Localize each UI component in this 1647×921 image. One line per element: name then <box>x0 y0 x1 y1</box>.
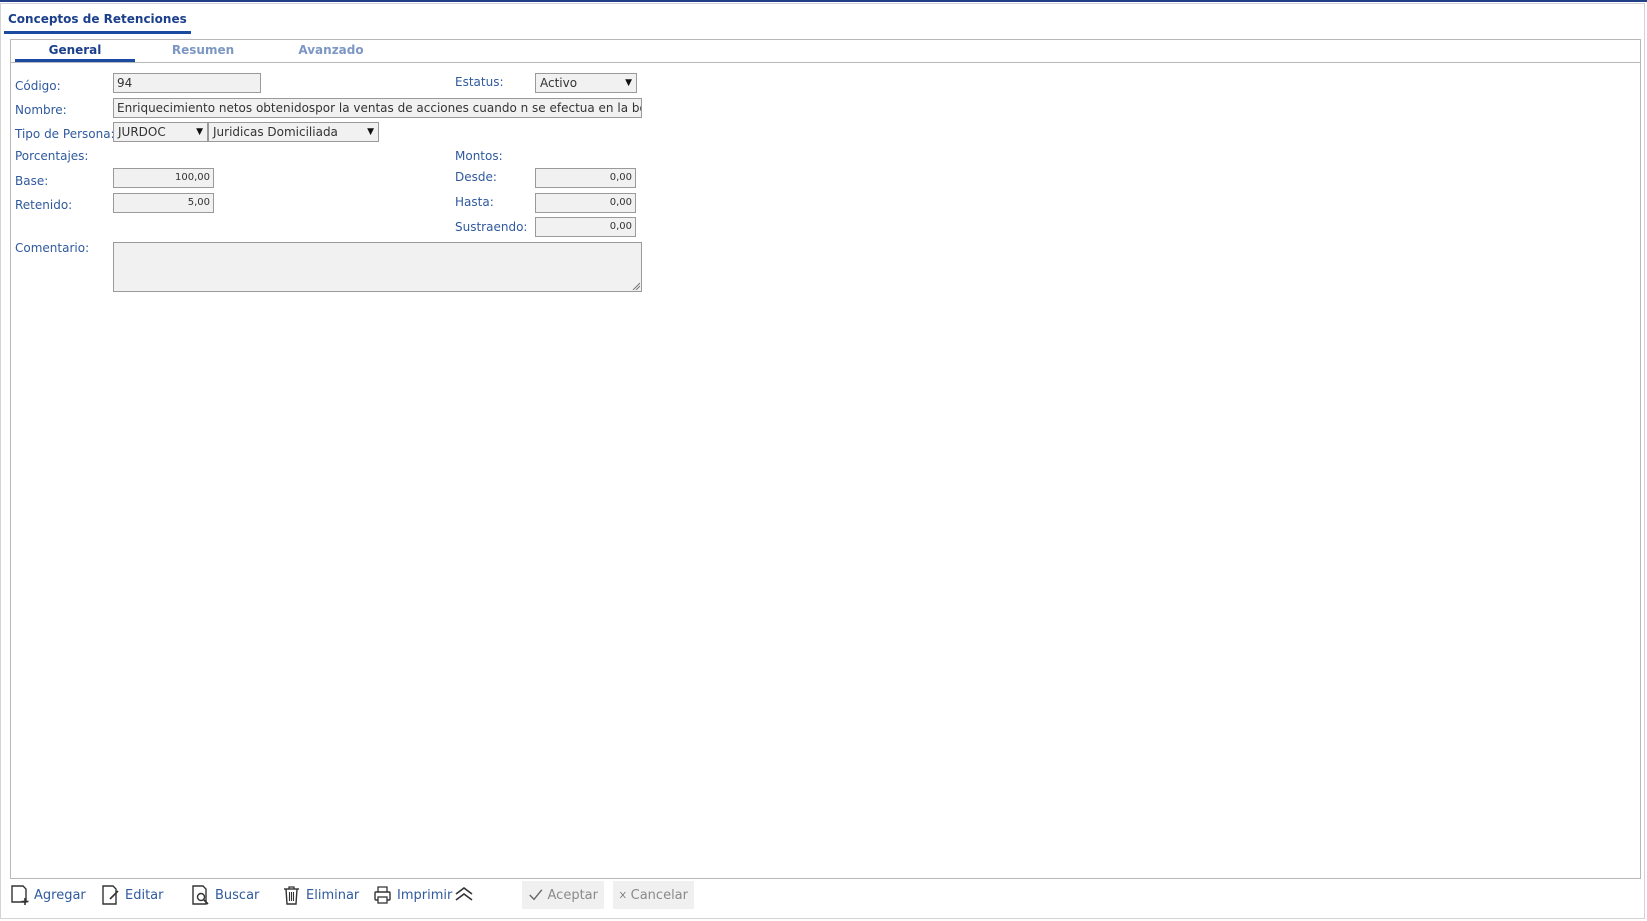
cancelar-button[interactable]: Cancelar <box>613 881 694 909</box>
editar-label: Editar <box>125 887 164 903</box>
resize-grip-icon[interactable] <box>632 282 640 290</box>
retenido-input[interactable]: 5,00 <box>113 193 214 213</box>
imprimir-label: Imprimir <box>397 887 453 903</box>
collapse-toolbar-button[interactable] <box>454 881 478 909</box>
top-accent-line <box>0 0 1647 2</box>
montos-label: Montos: <box>455 149 503 163</box>
tipo-persona-description-select[interactable]: Juridicas Domiciliada ▼ <box>208 122 379 142</box>
aceptar-button[interactable]: Aceptar <box>522 881 604 909</box>
tab-general[interactable]: General <box>15 40 135 62</box>
tab-avanzado[interactable]: Avanzado <box>271 40 391 62</box>
tipo-persona-label: Tipo de Persona: <box>15 127 115 141</box>
collapse-up-icon <box>455 887 473 901</box>
action-toolbar: Agregar Editar Buscar Eliminar Imprimir … <box>0 881 1647 911</box>
eliminar-label: Eliminar <box>306 887 360 903</box>
base-label: Base: <box>15 174 49 188</box>
base-input[interactable]: 100,00 <box>113 168 214 188</box>
nombre-label: Nombre: <box>15 103 67 117</box>
agregar-button[interactable]: Agregar <box>10 881 86 909</box>
dropdown-caret-icon: ▼ <box>367 127 374 137</box>
printer-icon <box>374 886 391 904</box>
sustraendo-label: Sustraendo: <box>455 220 528 234</box>
form-panel: General Resumen Avanzado Código: Nombre:… <box>10 39 1641 879</box>
tab-bar: General Resumen Avanzado <box>11 40 1640 63</box>
imprimir-button[interactable]: Imprimir <box>373 881 452 909</box>
dropdown-caret-icon: ▼ <box>196 127 203 137</box>
comentario-textarea[interactable] <box>113 242 642 292</box>
aceptar-label: Aceptar <box>547 887 598 903</box>
check-icon <box>529 889 543 901</box>
search-document-icon <box>192 885 209 905</box>
tipo-persona-code-select[interactable]: JURDOC ▼ <box>113 122 208 142</box>
edit-document-icon <box>102 885 119 905</box>
add-document-icon <box>11 885 29 905</box>
nombre-input[interactable]: Enriquecimiento netos obtenidospor la ve… <box>113 98 642 118</box>
porcentajes-label: Porcentajes: <box>15 149 89 163</box>
window-title-tab[interactable]: Conceptos de Retenciones <box>4 8 191 34</box>
eliminar-button[interactable]: Eliminar <box>282 881 359 909</box>
sustraendo-input[interactable]: 0,00 <box>535 217 636 237</box>
cancelar-label: Cancelar <box>630 887 688 903</box>
desde-input[interactable]: 0,00 <box>535 168 636 188</box>
estatus-label: Estatus: <box>455 75 504 89</box>
agregar-label: Agregar <box>34 887 86 903</box>
tipo-persona-code-value: JURDOC <box>118 125 166 139</box>
codigo-input[interactable]: 94 <box>113 73 261 93</box>
tab-resumen[interactable]: Resumen <box>143 40 263 62</box>
close-icon <box>620 891 626 899</box>
desde-label: Desde: <box>455 170 497 184</box>
comentario-label: Comentario: <box>15 241 90 255</box>
estatus-select[interactable]: Activo ▼ <box>535 73 637 93</box>
tipo-persona-description-value: Juridicas Domiciliada <box>213 125 338 139</box>
editar-button[interactable]: Editar <box>101 881 164 909</box>
hasta-label: Hasta: <box>455 195 494 209</box>
buscar-button[interactable]: Buscar <box>191 881 259 909</box>
dropdown-caret-icon: ▼ <box>625 78 632 88</box>
buscar-label: Buscar <box>215 887 260 903</box>
codigo-label: Código: <box>15 79 61 93</box>
hasta-input[interactable]: 0,00 <box>535 193 636 213</box>
trash-icon <box>284 886 299 905</box>
estatus-value: Activo <box>540 76 578 90</box>
retenido-label: Retenido: <box>15 198 73 212</box>
